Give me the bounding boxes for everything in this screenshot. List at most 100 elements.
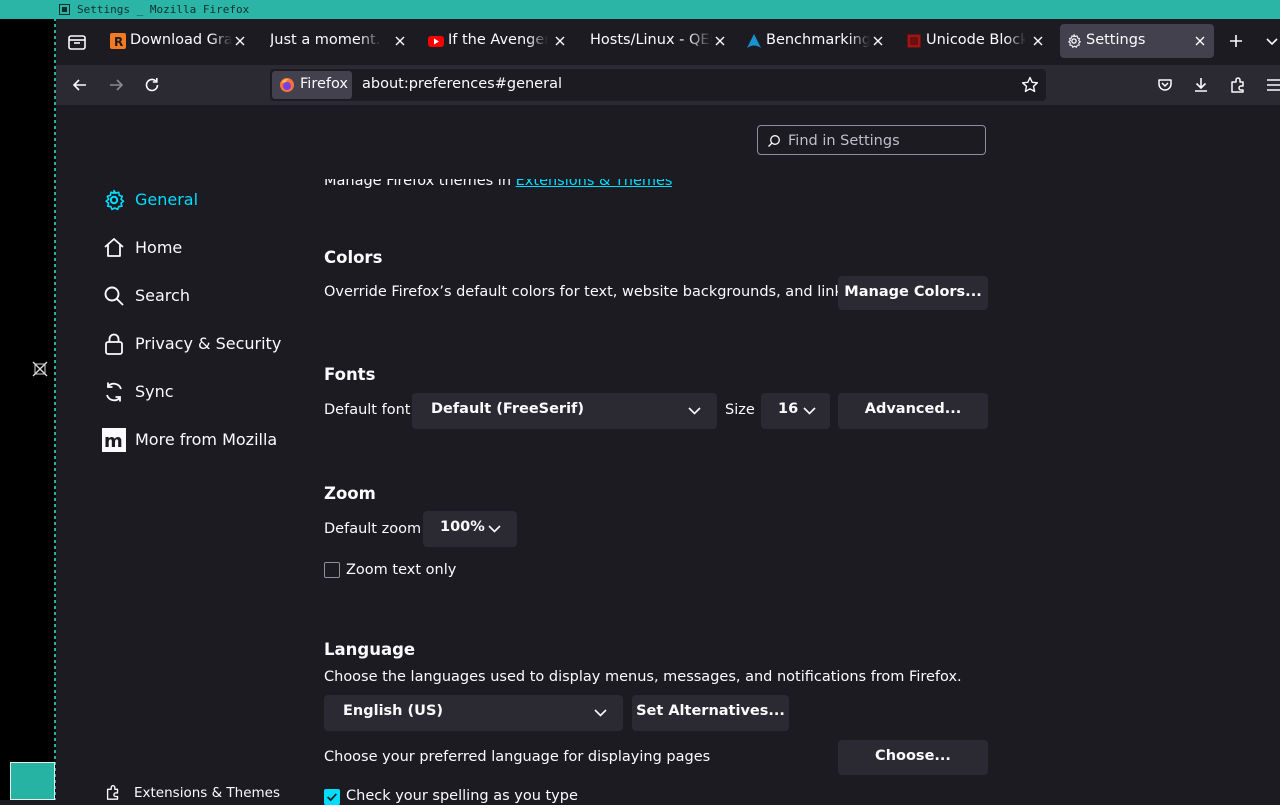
tab-label: Benchmarking xyxy=(766,32,870,48)
colors-description: Override Firefox’s default colors for te… xyxy=(324,284,855,300)
firefox-view-icon[interactable] xyxy=(66,31,88,53)
svg-text:R: R xyxy=(114,35,123,49)
tab-benchmarking[interactable]: Benchmarking xyxy=(740,24,892,58)
category-label: General xyxy=(135,190,199,209)
url-text[interactable]: about:preferences#general xyxy=(362,76,562,92)
forward-icon[interactable] xyxy=(106,75,126,95)
settings-page: General Home Search Privacy & Security S… xyxy=(56,105,1280,805)
set-alternatives-button[interactable]: Set Alternatives... xyxy=(632,695,789,731)
category-label: More from Mozilla xyxy=(135,430,278,449)
navigation-toolbar: Firefox about:preferences#general xyxy=(56,65,1280,105)
default-font-label: Default font xyxy=(324,402,411,418)
extensions-icon[interactable] xyxy=(1228,75,1248,95)
zoom-heading: Zoom xyxy=(324,484,376,503)
language-value: English (US) xyxy=(343,703,444,719)
firefox-logo-icon xyxy=(280,78,294,92)
language-select[interactable]: English (US) xyxy=(324,695,623,731)
desktop-window-thumbnail[interactable] xyxy=(10,762,55,800)
home-icon xyxy=(104,238,124,257)
search-icon xyxy=(768,135,780,147)
unicode-icon xyxy=(907,34,921,48)
sync-icon xyxy=(106,382,122,402)
spellcheck-label: Check your spelling as you type xyxy=(346,788,578,804)
tab-hosts-linux-qemu[interactable]: Hosts/Linux - QEMU xyxy=(578,24,734,58)
default-zoom-label: Default zoom xyxy=(324,521,422,537)
search-input[interactable] xyxy=(786,130,980,152)
default-zoom-select[interactable]: 100% xyxy=(423,511,517,547)
language-heading: Language xyxy=(324,640,416,659)
zoom-text-only-label: Zoom text only xyxy=(346,562,457,578)
svg-text:m: m xyxy=(104,431,123,452)
extensions-themes-link[interactable]: Extensions & Themes xyxy=(516,179,673,189)
window-title: Settings _ Mozilla Firefox xyxy=(77,3,250,16)
menu-icon[interactable] xyxy=(1264,75,1280,95)
bookmark-star-icon[interactable] xyxy=(1020,75,1040,95)
themes-note-text: Manage Firefox themes in xyxy=(324,179,516,189)
close-icon[interactable] xyxy=(1030,33,1046,49)
desktop-close-icon[interactable] xyxy=(31,360,49,378)
mozilla-icon: m xyxy=(102,428,126,452)
search-icon xyxy=(104,286,124,306)
language-description: Choose the languages used to display men… xyxy=(324,669,962,685)
choose-languages-button[interactable]: Choose... xyxy=(838,740,988,775)
chevron-down-icon xyxy=(594,709,607,717)
window-titlebar: Settings _ Mozilla Firefox xyxy=(0,0,1280,19)
close-icon[interactable] xyxy=(712,33,728,49)
tab-label: Settings xyxy=(1086,32,1146,48)
close-icon[interactable] xyxy=(870,33,886,49)
spellcheck-checkbox[interactable] xyxy=(324,789,340,805)
preferred-language-label: Choose your preferred language for displ… xyxy=(324,749,711,765)
lock-icon xyxy=(105,333,123,355)
close-icon[interactable] xyxy=(392,33,408,49)
zoom-text-only-checkbox[interactable] xyxy=(324,562,340,578)
tab-avengers[interactable]: If the Avengers xyxy=(422,24,574,58)
pocket-icon[interactable] xyxy=(1155,75,1175,95)
colors-heading: Colors xyxy=(324,248,383,267)
identity-label: Firefox xyxy=(300,76,348,92)
window-menu-icon[interactable] xyxy=(59,4,70,15)
new-tab-icon[interactable] xyxy=(1226,31,1246,51)
chevron-down-icon xyxy=(803,407,816,415)
tab-label: Unicode Block xyxy=(926,32,1026,48)
identity-box[interactable]: Firefox xyxy=(272,71,352,99)
tab-label: Just a moment... xyxy=(270,32,382,48)
youtube-icon xyxy=(428,36,444,47)
address-bar[interactable]: Firefox about:preferences#general xyxy=(270,69,1046,101)
reload-icon[interactable] xyxy=(142,75,162,95)
tab-strip: R Download Gran Just a moment... If the … xyxy=(56,19,1280,65)
downloads-icon[interactable] xyxy=(1191,75,1211,95)
gear-icon xyxy=(1068,34,1081,48)
tab-label: If the Avengers xyxy=(448,32,548,48)
fonts-heading: Fonts xyxy=(324,365,376,384)
arch-icon xyxy=(747,34,761,48)
advanced-fonts-button[interactable]: Advanced... xyxy=(838,393,988,429)
category-label: Extensions & Themes xyxy=(134,785,281,801)
default-zoom-value: 100% xyxy=(440,519,485,535)
desktop-background xyxy=(0,0,55,800)
tab-just-a-moment[interactable]: Just a moment... xyxy=(258,24,414,58)
rust-icon: R xyxy=(110,33,126,49)
close-icon[interactable] xyxy=(552,33,568,49)
puzzle-icon xyxy=(106,785,119,800)
tab-download-gran[interactable]: R Download Gran xyxy=(104,24,254,58)
checkmark-icon xyxy=(327,793,338,802)
tab-unicode-block[interactable]: Unicode Block xyxy=(900,24,1052,58)
close-icon[interactable] xyxy=(232,33,248,49)
font-size-value: 16 xyxy=(778,401,799,417)
font-size-select[interactable]: 16 xyxy=(761,393,830,429)
default-font-value: Default (FreeSerif) xyxy=(431,401,584,417)
tab-settings[interactable]: Settings xyxy=(1060,24,1214,58)
category-label: Privacy & Security xyxy=(135,334,282,353)
category-label: Sync xyxy=(135,382,174,401)
font-size-label: Size xyxy=(725,402,755,418)
category-label: Home xyxy=(135,238,183,257)
category-label: Search xyxy=(135,286,190,305)
default-font-select[interactable]: Default (FreeSerif) xyxy=(412,393,717,429)
back-icon[interactable] xyxy=(70,75,90,95)
chevron-down-icon[interactable] xyxy=(1264,33,1280,49)
themes-note: Manage Firefox themes in Extensions & Th… xyxy=(324,179,672,191)
find-in-settings[interactable] xyxy=(757,125,986,155)
manage-colors-button[interactable]: Manage Colors... xyxy=(838,276,988,310)
close-icon[interactable] xyxy=(1192,33,1208,49)
gear-icon xyxy=(105,189,125,211)
